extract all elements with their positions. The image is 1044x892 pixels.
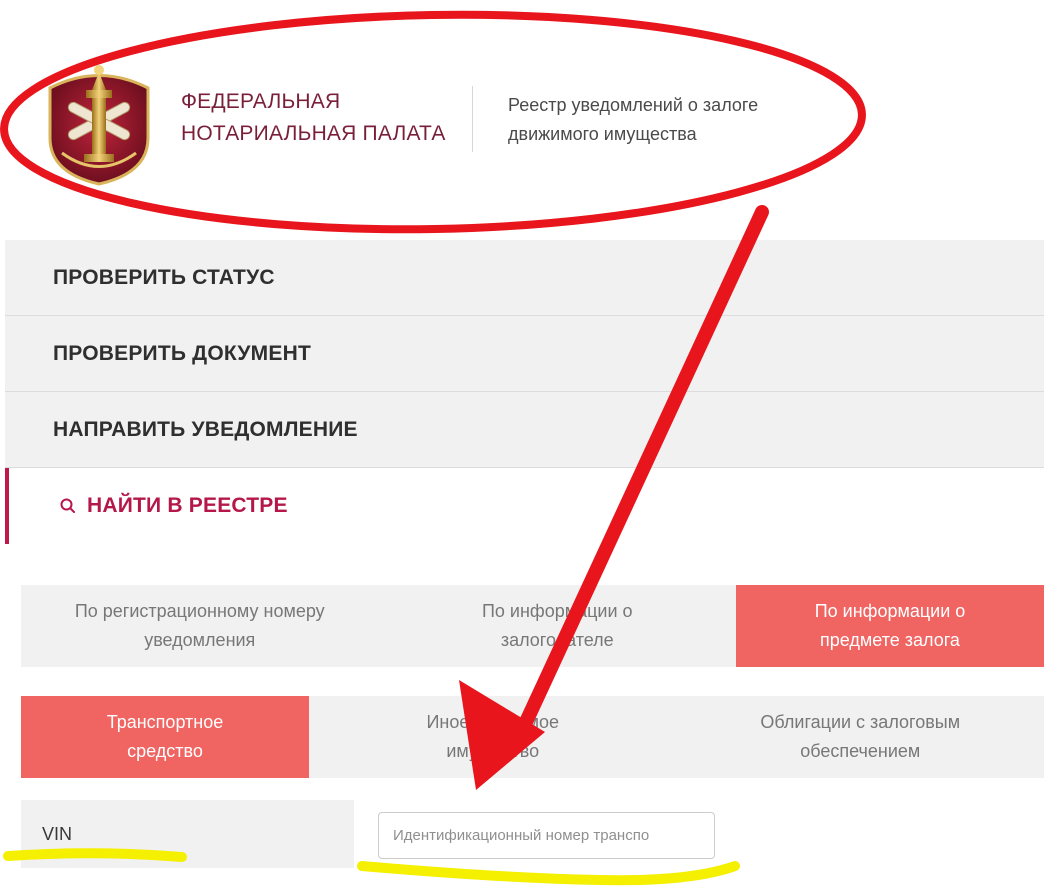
tab-by-pledgor-info[interactable]: По информации о залогодателе xyxy=(378,585,736,667)
search-type-tabs: По регистрационному номеру уведомления П… xyxy=(21,585,1044,667)
annotation-underline-input xyxy=(357,861,740,886)
property-type-tabs: Транспортное средство Иное движимое имущ… xyxy=(21,696,1044,778)
tab-label: По информации о xyxy=(814,601,966,621)
tab-label: Иное движимое xyxy=(426,712,559,732)
tab-secured-bonds[interactable]: Облигации с залоговым обеспечением xyxy=(676,696,1044,778)
tab-label: предмете залога xyxy=(820,630,960,650)
menu-item-search-registry[interactable]: НАЙТИ В РЕЕСТРЕ xyxy=(5,468,1044,544)
tab-label: обеспечением xyxy=(800,741,921,761)
organization-name[interactable]: ФЕДЕРАЛЬНАЯ НОТАРИАЛЬНАЯ ПАЛАТА xyxy=(181,86,446,150)
header-divider xyxy=(472,86,473,152)
tab-label: По регистрационному номеру xyxy=(74,601,325,621)
tab-label: По информации о xyxy=(481,601,633,621)
tab-vehicle[interactable]: Транспортное средство xyxy=(21,696,309,778)
menu-item-label: НАПРАВИТЬ УВЕДОМЛЕНИЕ xyxy=(53,417,358,441)
tab-label: залогодателе xyxy=(500,630,614,650)
menu-item-label: ПРОВЕРИТЬ ДОКУМЕНТ xyxy=(53,341,311,365)
vin-label-text: VIN xyxy=(42,823,73,844)
vin-input[interactable] xyxy=(378,812,715,859)
tab-by-registration-number[interactable]: По регистрационному номеру уведомления xyxy=(21,585,379,667)
main-menu: ПРОВЕРИТЬ СТАТУС ПРОВЕРИТЬ ДОКУМЕНТ НАПР… xyxy=(5,240,1044,544)
tab-other-movable-property[interactable]: Иное движимое имущество xyxy=(309,696,677,778)
menu-item-label: ПРОВЕРИТЬ СТАТУС xyxy=(53,265,275,289)
menu-item-send-notification[interactable]: НАПРАВИТЬ УВЕДОМЛЕНИЕ xyxy=(5,392,1044,468)
site-header: ФЕДЕРАЛЬНАЯ НОТАРИАЛЬНАЯ ПАЛАТА Реестр у… xyxy=(0,0,1044,235)
registry-title-line1: Реестр уведомлений о залоге xyxy=(508,95,759,115)
org-name-line2: НОТАРИАЛЬНАЯ ПАЛАТА xyxy=(181,122,446,145)
menu-item-check-document[interactable]: ПРОВЕРИТЬ ДОКУМЕНТ xyxy=(5,316,1044,392)
search-icon xyxy=(60,498,75,513)
tab-label: Транспортное xyxy=(106,712,224,732)
menu-item-check-status[interactable]: ПРОВЕРИТЬ СТАТУС xyxy=(5,240,1044,316)
tab-label: уведомления xyxy=(144,630,256,650)
vin-label: VIN xyxy=(21,800,354,868)
tab-label: средство xyxy=(127,741,203,761)
tab-label: имущество xyxy=(446,741,540,761)
menu-item-label: НАЙТИ В РЕЕСТРЕ xyxy=(87,494,288,517)
registry-title: Реестр уведомлений о залоге движимого им… xyxy=(508,91,758,149)
notary-emblem-icon[interactable] xyxy=(40,58,158,188)
tab-by-pledge-subject-info[interactable]: По информации о предмете залога xyxy=(736,585,1044,667)
registry-title-line2: движимого имущества xyxy=(508,124,697,144)
org-name-line1: ФЕДЕРАЛЬНАЯ xyxy=(181,90,341,113)
tab-label: Облигации с залоговым xyxy=(760,712,961,732)
